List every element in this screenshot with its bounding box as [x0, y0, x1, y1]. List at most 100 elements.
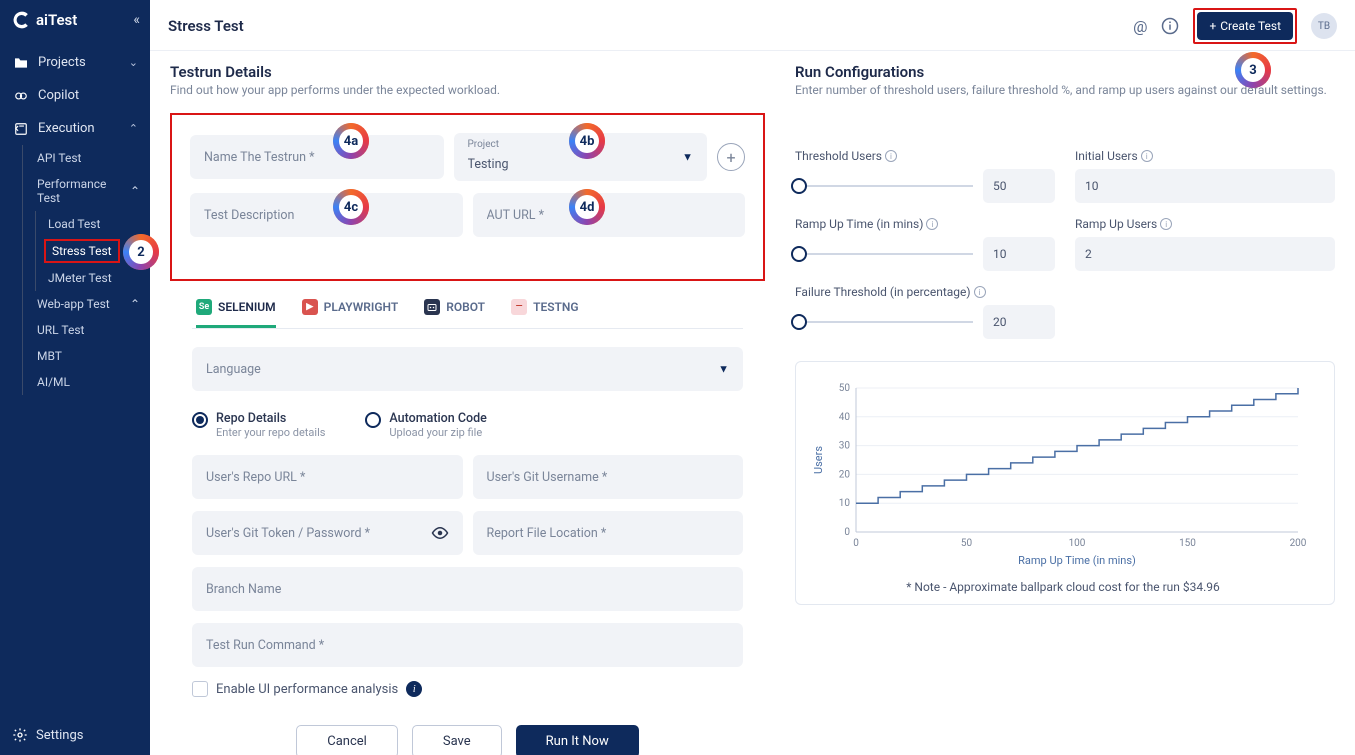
sidebar-collapse-icon[interactable]: «	[133, 12, 140, 28]
execution-icon	[12, 122, 30, 136]
sidebar-item-settings[interactable]: Settings	[0, 715, 150, 755]
selenium-icon: Se	[196, 299, 212, 315]
gear-icon	[12, 727, 28, 743]
sidebar-item-copilot[interactable]: Copilot	[0, 79, 150, 112]
info-icon[interactable]: i	[406, 681, 422, 697]
failure-threshold-value: 20	[983, 305, 1055, 339]
info-icon[interactable]: i	[1141, 150, 1153, 162]
sidebar-item-url-test[interactable]: URL Test	[23, 317, 150, 343]
ramp-time-value: 10	[983, 237, 1055, 271]
cancel-button[interactable]: Cancel	[296, 725, 398, 755]
radio-icon	[365, 412, 381, 428]
svg-text:150: 150	[1179, 538, 1196, 549]
logo: aiTest «	[0, 0, 150, 38]
sidebar-item-load-test[interactable]: Load Test	[36, 211, 150, 237]
robot-icon	[424, 299, 440, 315]
sidebar-item-performance-test[interactable]: Performance Test ⌃	[23, 171, 150, 211]
svg-text:0: 0	[853, 538, 859, 549]
test-run-command-input[interactable]	[192, 623, 743, 667]
info-icon[interactable]: i	[1160, 218, 1172, 230]
git-username-input[interactable]	[473, 455, 744, 499]
annotation-4d: 4d	[572, 192, 602, 222]
chevron-down-icon: ⌄	[129, 56, 138, 69]
ramp-time-slider[interactable]: 10	[795, 237, 1055, 271]
sidebar-item-label: Performance Test	[37, 177, 130, 205]
svg-text:200: 200	[1290, 538, 1307, 549]
threshold-users-slider[interactable]: 50	[795, 169, 1055, 203]
brand-name: aiTest	[36, 11, 77, 29]
info-icon[interactable]: i	[974, 286, 986, 298]
cost-note: * Note - Approximate ballpark cloud cost…	[808, 580, 1318, 594]
threshold-users-value: 50	[983, 169, 1055, 203]
branch-name-input[interactable]	[192, 567, 743, 611]
tab-testng[interactable]: — TESTNG	[511, 299, 579, 328]
create-test-button[interactable]: + Create Test	[1197, 12, 1293, 40]
annotation-3: 3	[1238, 55, 1268, 85]
info-icon[interactable]	[1161, 17, 1179, 35]
radio-repo-details[interactable]: Repo Details Enter your repo details	[192, 411, 325, 439]
git-token-input[interactable]	[192, 511, 463, 555]
failure-threshold-slider[interactable]: 20	[795, 305, 1055, 339]
ramp-time-label: Ramp Up Time (in mins)	[795, 217, 923, 231]
svg-text:Users: Users	[812, 446, 825, 474]
chevron-up-icon: ⌃	[130, 184, 140, 198]
sidebar-item-jmeter-test[interactable]: JMeter Test	[36, 265, 150, 291]
sidebar-item-stress-test[interactable]: Stress Test	[44, 239, 120, 263]
sidebar-item-ai-ml[interactable]: AI/ML	[23, 369, 150, 395]
sidebar-item-web-app-test[interactable]: Web-app Test ⌃	[23, 291, 150, 317]
enable-ui-perf-checkbox[interactable]: Enable UI performance analysis i	[192, 681, 743, 697]
sidebar-item-label: Projects	[38, 55, 86, 70]
svg-text:20: 20	[839, 469, 851, 480]
repo-url-input[interactable]	[192, 455, 463, 499]
annotation-4b: 4b	[572, 126, 602, 156]
sidebar-item-projects[interactable]: Projects ⌄	[0, 46, 150, 79]
at-icon[interactable]: @	[1133, 17, 1147, 36]
test-description-input[interactable]	[190, 193, 463, 237]
report-file-input[interactable]	[473, 511, 744, 555]
chevron-up-icon: ⌃	[129, 122, 138, 135]
svg-text:0: 0	[844, 527, 850, 538]
radio-automation-code[interactable]: Automation Code Upload your zip file	[365, 411, 486, 439]
sidebar: aiTest « Projects ⌄ Copilot Ex	[0, 0, 150, 755]
avatar[interactable]: TB	[1311, 13, 1337, 39]
failure-threshold-label: Failure Threshold (in percentage)	[795, 285, 971, 299]
eye-icon[interactable]	[431, 524, 449, 542]
tab-playwright[interactable]: ▶ PLAYWRIGHT	[302, 299, 399, 328]
radio-label: Automation Code	[389, 411, 486, 426]
sidebar-item-label: Web-app Test	[37, 297, 110, 311]
sidebar-item-execution[interactable]: Execution ⌃	[0, 112, 150, 145]
ramp-users-value: 2	[1075, 237, 1335, 271]
svg-text:10: 10	[839, 498, 851, 509]
annotation-4c: 4c	[336, 192, 366, 222]
sidebar-item-label: Settings	[36, 728, 83, 743]
testrun-name-input[interactable]	[190, 135, 444, 179]
aut-url-input[interactable]	[473, 193, 746, 237]
sidebar-item-label: Execution	[38, 121, 95, 136]
copilot-icon	[12, 89, 30, 103]
playwright-icon: ▶	[302, 299, 318, 315]
create-test-label: Create Test	[1220, 19, 1281, 33]
save-button[interactable]: Save	[412, 725, 502, 755]
checkbox-label: Enable UI performance analysis	[216, 682, 398, 697]
svg-text:50: 50	[961, 538, 973, 549]
add-project-button[interactable]: +	[717, 143, 745, 171]
run-now-button[interactable]: Run It Now	[516, 725, 639, 755]
svg-text:100: 100	[1069, 538, 1086, 549]
initial-users-value: 10	[1075, 169, 1335, 203]
info-icon[interactable]: i	[926, 218, 938, 230]
tab-label: PLAYWRIGHT	[324, 300, 399, 314]
tab-label: SELENIUM	[218, 300, 276, 314]
folder-icon	[12, 56, 30, 70]
radio-sublabel: Upload your zip file	[389, 426, 486, 439]
sidebar-item-api-test[interactable]: API Test	[23, 145, 150, 171]
chevron-up-icon: ⌃	[130, 297, 140, 311]
framework-tabs: Se SELENIUM ▶ PLAYWRIGHT ROBOT —	[192, 299, 743, 329]
svg-text:Ramp Up Time (in mins): Ramp Up Time (in mins)	[1018, 554, 1136, 567]
language-select[interactable]	[192, 347, 743, 391]
checkbox-icon	[192, 681, 208, 697]
tab-selenium[interactable]: Se SELENIUM	[196, 299, 276, 328]
sidebar-item-mbt[interactable]: MBT	[23, 343, 150, 369]
info-icon[interactable]: i	[885, 150, 897, 162]
tab-robot[interactable]: ROBOT	[424, 299, 485, 328]
testng-icon: —	[511, 299, 527, 315]
